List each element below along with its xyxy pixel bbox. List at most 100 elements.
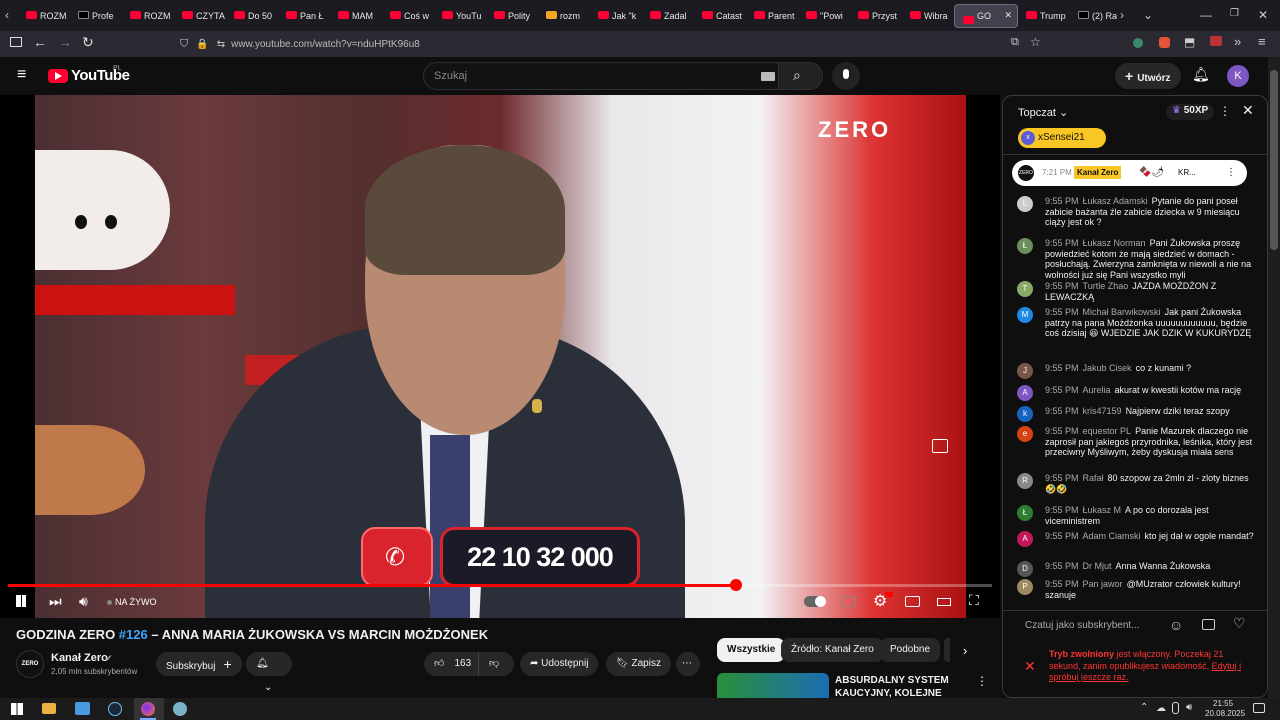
browser-tab[interactable]: "Powi [798, 0, 850, 31]
remote-desktop-icon[interactable] [75, 702, 90, 715]
pinned-message[interactable]: ZERO 7:21 PM Kanał Zero 🍫🌶 KR... ⋮ [1012, 160, 1247, 186]
browser-tab[interactable]: Zadal [642, 0, 694, 31]
youtube-logo-icon[interactable] [48, 69, 68, 83]
notification-center-icon[interactable] [1253, 703, 1265, 713]
video-player[interactable]: ZERO ✆ 22 10 32 000 [0, 95, 1000, 618]
autoplay-toggle[interactable] [804, 596, 826, 607]
close-chat-icon[interactable]: ✕ [1242, 102, 1254, 119]
permissions-icon[interactable]: ⇆ [217, 39, 225, 50]
browser-tab[interactable]: ROZM [122, 0, 174, 31]
chat-message-author[interactable]: Dr Mjut [1083, 561, 1112, 571]
chat-message[interactable]: T 9:55 PM Turtle Zhao JAZDA MOŻDŻON Z LEWAC… [1017, 281, 1257, 302]
chat-message[interactable]: J 9:55 PM Jakub Cisek co z kunami ? [1017, 363, 1257, 379]
search-bar[interactable]: Szukaj ⌕ [423, 62, 823, 90]
volume-tray-icon[interactable]: 🔊︎ [1186, 702, 1192, 713]
clock-date[interactable]: 20.08.2025 [1205, 709, 1245, 718]
browser-tab[interactable]: Pan Ł [278, 0, 330, 31]
close-window-icon[interactable]: ✕ [1258, 8, 1268, 22]
channel-name[interactable]: Kanał Zero [51, 652, 108, 664]
xp-badge[interactable]: ♛ 50XP [1166, 104, 1215, 120]
chevron-down-icon[interactable]: ⌄ [1143, 8, 1153, 22]
chat-message[interactable]: A 9:55 PM Aurelia akurat w kwestii kotów ma… [1017, 385, 1257, 401]
maximize-icon[interactable]: ❐ [1230, 8, 1239, 19]
sidebar-toggle-icon[interactable] [10, 37, 22, 47]
close-tab-icon[interactable]: ✕ [1004, 10, 1012, 21]
browser-tab[interactable]: CZYTA [174, 0, 226, 31]
chat-message-author[interactable]: Michał Barwikowski [1083, 307, 1161, 317]
chat-more-icon[interactable]: ⋮ [1219, 104, 1231, 118]
minimize-icon[interactable]: — [1200, 8, 1212, 22]
chat-message-author[interactable]: Aurelia [1083, 385, 1111, 395]
account-avatar[interactable]: K [1227, 65, 1249, 87]
browser-tab[interactable]: (2) Ra [1070, 0, 1122, 31]
chat-message-author[interactable]: Łukasz Adamski [1083, 196, 1148, 206]
search-button[interactable]: ⌕ [778, 63, 822, 89]
keyboard-icon[interactable] [761, 72, 775, 81]
chat-message-author[interactable]: Rafał [1083, 473, 1104, 483]
theater-mode-icon[interactable] [937, 598, 951, 606]
chat-message[interactable]: R 9:55 PM Rafał 80 szopow za 2mln zl - zlot… [1017, 473, 1257, 494]
windows-start-icon[interactable] [11, 703, 23, 715]
chat-message[interactable]: L 9:55 PM Łukasz Adamski Pytanie do pani po… [1017, 196, 1257, 228]
notifications-bell-icon[interactable]: 🔔︎ [1192, 66, 1210, 83]
chat-author-avatar[interactable]: Ł [1017, 238, 1033, 254]
chat-message-author[interactable]: Turtle Zhao [1083, 281, 1129, 291]
browser-tab[interactable]: Polity [486, 0, 538, 31]
save-button[interactable]: 🔖︎ Zapisz [606, 652, 671, 676]
chat-author-avatar[interactable]: e [1017, 426, 1033, 442]
browser-tab[interactable]: Parent [746, 0, 798, 31]
browser-tab[interactable]: Wibra [902, 0, 954, 31]
browser-tab[interactable]: YouTu [434, 0, 486, 31]
heart-icon[interactable]: ♡ [1233, 615, 1246, 632]
chat-message-author[interactable]: equestor PL [1083, 426, 1132, 436]
bookmark-star-icon[interactable]: ☆ [1030, 35, 1041, 49]
chat-mode-selector[interactable]: Topczat ⌄ [1018, 106, 1068, 119]
like-button[interactable]: 👍︎ 163 [424, 652, 482, 676]
chat-author-avatar[interactable]: L [1017, 196, 1033, 212]
clock-time[interactable]: 21:55 [1213, 699, 1233, 708]
pause-icon[interactable] [16, 595, 21, 607]
chips-next-icon[interactable]: › [963, 643, 967, 658]
browser-tab[interactable]: GO ✕ [954, 3, 1018, 28]
subtitles-icon[interactable] [841, 596, 856, 607]
miniplayer-icon[interactable] [905, 596, 920, 607]
chat-message[interactable]: Ł 9:55 PM Łukasz MA po co dorozala jest vi… [1017, 505, 1257, 526]
tray-chevron-icon[interactable]: ⌃ [1140, 702, 1148, 713]
chat-author-avatar[interactable]: k [1017, 406, 1033, 422]
recommendation-menu-icon[interactable]: ⋮ [976, 674, 988, 688]
notification-settings-button[interactable]: 🔔︎ ⌄ [246, 652, 292, 693]
chat-message[interactable]: D 9:55 PM Dr Mjut Anna Wanna Żukowska [1017, 561, 1257, 577]
chip-partial[interactable] [944, 638, 950, 662]
progress-bar[interactable] [8, 584, 992, 587]
app-icon[interactable] [173, 702, 187, 716]
browser-tab[interactable]: Coś w [382, 0, 434, 31]
page-scrollbar-thumb[interactable] [1270, 70, 1278, 250]
fullscreen-icon[interactable]: ⛶ [969, 592, 979, 609]
browser-tab[interactable]: Catast [694, 0, 746, 31]
chat-author-avatar[interactable]: M [1017, 307, 1033, 323]
menu-icon[interactable]: ≡ [1258, 34, 1266, 49]
extension-grid-icon[interactable] [1210, 36, 1222, 46]
chat-message-author[interactable]: kris47159 [1083, 406, 1122, 416]
chat-message-author[interactable]: Łukasz M [1083, 505, 1122, 515]
chat-message[interactable]: k 9:55 PM kris47159 Najpierw dziki teraz sz… [1017, 406, 1257, 422]
chat-message[interactable]: e 9:55 PM equestor PL Panie Mazurek dlaczeg… [1017, 426, 1257, 458]
dislike-button[interactable]: 👎︎ [478, 652, 514, 676]
chat-message-author[interactable]: Pan jawor [1083, 579, 1123, 589]
subscribe-button[interactable]: Subskrybuj + [156, 652, 242, 676]
picture-in-picture-icon[interactable]: ⧉ [1011, 36, 1019, 49]
chip-all[interactable]: Wszystkie [717, 638, 786, 662]
chat-message[interactable]: M 9:55 PM Michał Barwikowski Jak pani Żukow… [1017, 307, 1257, 339]
back-icon[interactable]: ← [33, 34, 47, 50]
tab-scroll-right-icon[interactable]: › [1120, 8, 1124, 22]
firefox-icon[interactable] [141, 702, 155, 716]
guide-menu-icon[interactable]: ≡ [17, 66, 26, 84]
chat-author-avatar[interactable]: Ł [1017, 505, 1033, 521]
expand-overlay-icon[interactable] [932, 439, 948, 453]
chat-message[interactable]: Ł 9:55 PM Łukasz Norman Pani Żukowska prosz… [1017, 238, 1257, 280]
pinned-more-icon[interactable]: ⋮ [1226, 160, 1236, 186]
chat-author-avatar[interactable]: R [1017, 473, 1033, 489]
extension-shield-icon[interactable] [1133, 38, 1143, 48]
recommendation-thumbnail[interactable] [717, 673, 829, 698]
emoji-icon[interactable]: ☺ [1169, 617, 1183, 633]
